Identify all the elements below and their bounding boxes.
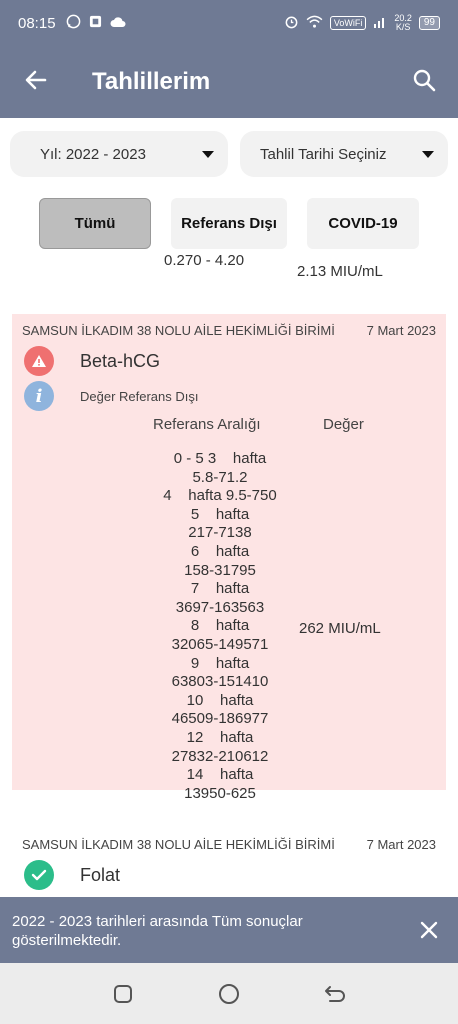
reference-range: 0.270 - 4.20 [164,252,245,269]
system-nav-bar [0,963,458,1024]
snackbar: 2022 - 2023 tarihleri arasında Tüm sonuç… [0,897,458,963]
year-dropdown-label: Yıl: 2022 - 2023 [40,145,146,163]
vowifi-badge: VoWiFi [329,16,367,30]
app-bar: Tahlillerim [0,46,458,118]
tab-out-of-range[interactable]: Referans Dışı [171,198,287,249]
search-icon [412,68,436,97]
app-notification-icon [89,15,102,32]
result-date: 7 Mart 2023 [366,837,436,852]
back-button[interactable] [0,46,72,118]
back-arrow-icon [325,985,345,1002]
signal-icon [373,16,387,31]
tab-covid[interactable]: COVID-19 [307,198,419,249]
date-dropdown-label: Tahlil Tarihi Seçiniz [260,145,387,163]
wifi-icon [306,15,323,31]
result-card[interactable]: SAMSUN İLKADIM 38 NOLU AİLE HEKİMLİĞİ Bİ… [12,828,446,897]
back-nav-button[interactable] [315,974,355,1014]
result-value: 2.13 MIU/mL [297,263,383,280]
test-name: Beta-hCG [80,350,161,371]
result-card[interactable]: SAMSUN İLKADIM 38 NOLU AİLE HEKİMLİĞİ Bİ… [12,314,446,802]
battery-indicator: 99 [418,16,440,30]
close-icon[interactable] [414,915,444,945]
reference-range-header: Referans Aralığı [153,416,261,433]
chevron-down-icon [422,150,434,158]
reference-range: 0 - 5 3 hafta 5.8-71.2 4 hafta 9.5-750 5… [163,450,277,802]
result-value: 262 MIU/mL [299,620,381,637]
search-button[interactable] [394,52,454,112]
status-text: Değer Referans Dışı [80,388,199,404]
arrow-left-icon [24,68,48,97]
square-icon [114,984,132,1003]
test-name: Folat [80,864,121,885]
network-speed-unit: K/S [395,22,411,32]
chevron-down-icon [202,150,214,158]
page-title: Tahlillerim [92,68,211,95]
screen: 08:15 VoWiFi 20.2 K/S 99 Tahlillerim Yıl… [0,0,458,1024]
date-dropdown[interactable]: Tahlil Tarihi Seçiniz [240,131,448,177]
list-item: 0.270 - 4.20 2.13 MIU/mL [0,250,458,288]
snackbar-message: 2022 - 2023 tarihleri arasında Tüm sonuç… [12,913,303,949]
home-button[interactable] [209,974,249,1014]
year-dropdown[interactable]: Yıl: 2022 - 2023 [10,131,228,177]
info-icon: i [24,381,54,411]
institution-name: SAMSUN İLKADIM 38 NOLU AİLE HEKİMLİĞİ Bİ… [22,323,335,338]
status-time: 08:15 [18,14,56,32]
filter-tabs: Tümü Referans Dışı COVID-19 [39,198,419,249]
result-date: 7 Mart 2023 [366,323,436,338]
alarm-icon [284,14,299,32]
status-bar: 08:15 VoWiFi 20.2 K/S 99 [0,0,458,46]
filter-bar: Yıl: 2022 - 2023 Tahlil Tarihi Seçiniz [10,131,448,177]
warning-icon [24,346,54,376]
check-icon [24,860,54,890]
cloud-icon [110,15,126,32]
whatsapp-icon [66,14,81,32]
tab-all[interactable]: Tümü [39,198,151,249]
recents-button[interactable] [103,974,143,1014]
value-header: Değer [323,416,364,433]
institution-name: SAMSUN İLKADIM 38 NOLU AİLE HEKİMLİĞİ Bİ… [22,837,335,852]
circle-icon [219,983,239,1004]
results-list[interactable]: 0.270 - 4.20 2.13 MIU/mL SAMSUN İLKADIM … [0,250,458,897]
